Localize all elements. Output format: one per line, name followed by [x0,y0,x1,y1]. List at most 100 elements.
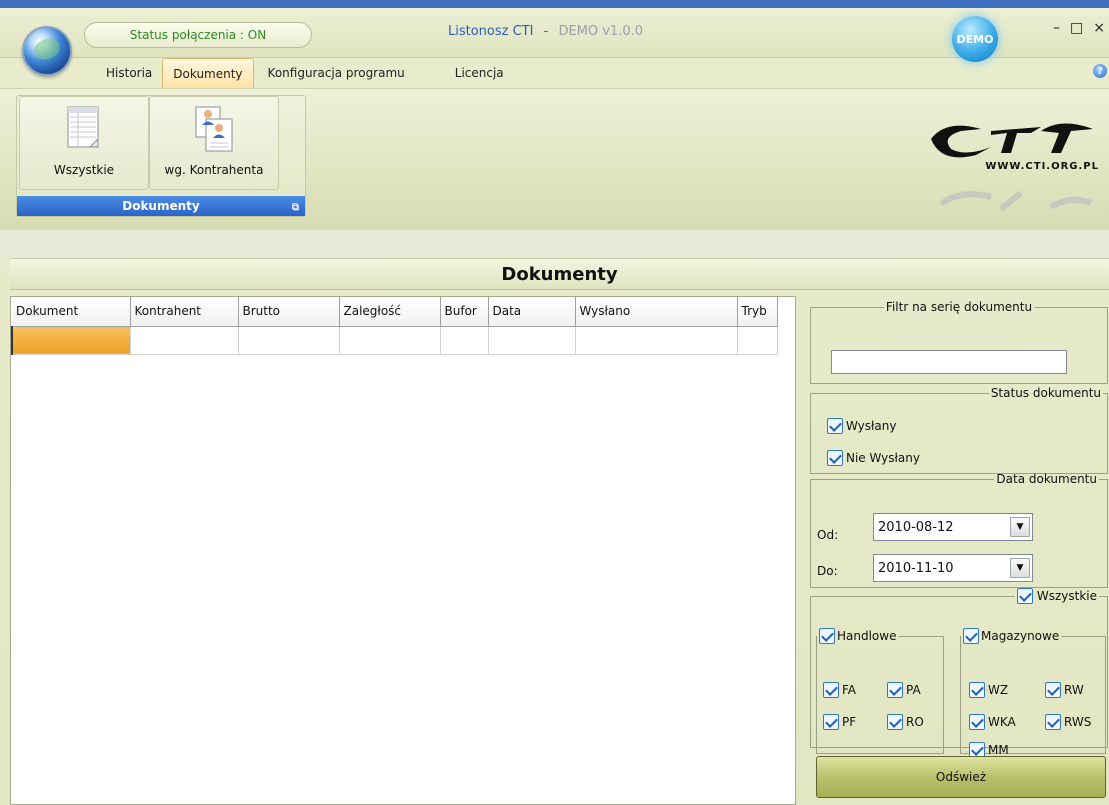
app-window: Status połączenia : ON Listonosz CTI - D… [0,0,1109,805]
date-to-picker[interactable]: 2010-11-10 ▼ [873,554,1033,582]
table-cell[interactable] [130,326,239,355]
all-documents-button[interactable]: Wszystkie [19,96,149,190]
type-fa-label: FA [842,683,857,697]
app-title-separator: - [543,24,549,39]
type-rw-checkbox[interactable]: RW [1045,682,1084,698]
document-date-group: Data dokumentu Od: 2010-08-12 ▼ Do: 2010… [810,472,1108,588]
ribbon: Wszystkie wg. Kontrahenta Dokumenty ⧉ WW… [0,88,1109,230]
tab-historia[interactable]: Historia [96,58,162,88]
document-date-legend: Data dokumentu [996,472,1097,486]
type-wka-checkbox[interactable]: WKA [969,714,1016,730]
all-types-checkbox[interactable]: Wszystkie [1015,588,1099,604]
refresh-button[interactable]: Odśwież [816,756,1106,798]
close-button[interactable]: × [1093,20,1105,36]
date-from-picker[interactable]: 2010-08-12 ▼ [873,513,1033,541]
checkbox-checked-icon [963,628,979,644]
documents-grid[interactable]: Dokument Kontrahent Brutto Zaległość Buf… [10,296,796,805]
status-not-sent-checkbox[interactable]: Nie Wysłany [827,450,920,466]
type-fa-checkbox[interactable]: FA [823,682,856,698]
maximize-button[interactable]: □ [1070,20,1083,36]
type-rws-label: RWS [1064,715,1092,729]
trade-documents-checkbox[interactable]: Handlowe [817,628,898,644]
series-filter-legend: Filtr na serię dokumentu [885,300,1033,314]
by-contractor-button[interactable]: wg. Kontrahenta [149,96,279,190]
type-rw-label: RW [1064,683,1084,697]
date-from-label: Od: [817,528,839,542]
col-header-bufor[interactable]: Bufor [440,297,489,327]
app-menu-globe-icon[interactable] [22,26,72,76]
table-cell[interactable] [339,326,441,355]
ribbon-group-dokumenty: Wszystkie wg. Kontrahenta Dokumenty ⧉ [16,95,306,217]
tab-licencja[interactable]: Licencja [445,58,514,88]
type-pf-checkbox[interactable]: PF [823,714,856,730]
type-ro-label: RO [906,715,924,729]
logo-url: WWW.CTI.ORG.PL [985,161,1099,172]
app-version: DEMO v1.0.0 [558,24,644,39]
table-cell[interactable] [11,326,131,355]
documents-table: Dokument Kontrahent Brutto Zaległość Buf… [11,297,778,355]
app-title: Listonosz CTI - DEMO v1.0.0 [448,24,643,39]
table-cell[interactable] [488,326,576,355]
tab-dokumenty[interactable]: Dokumenty [162,58,254,88]
col-header-zaleglosc[interactable]: Zaległość [339,297,441,327]
checkbox-checked-icon [823,682,839,698]
date-from-value: 2010-08-12 [878,519,954,535]
type-pa-label: PA [906,683,921,697]
document-list-icon [67,106,99,148]
checkbox-checked-icon [969,682,985,698]
app-title-name: Listonosz CTI [448,24,534,39]
table-cell[interactable] [440,326,489,355]
col-header-wyslano[interactable]: Wysłano [575,297,738,327]
contacts-document-icon [195,106,233,152]
series-filter-group: Filtr na serię dokumentu [810,300,1108,384]
chevron-down-icon[interactable]: ▼ [1010,517,1030,537]
type-ro-checkbox[interactable]: RO [887,714,924,730]
status-not-sent-label: Nie Wysłany [846,451,920,465]
type-mm-label: MM [988,743,1009,757]
type-rws-checkbox[interactable]: RWS [1045,714,1091,730]
help-icon[interactable]: ? [1093,64,1107,78]
minimize-button[interactable]: – [1053,20,1060,36]
col-header-data[interactable]: Data [488,297,576,327]
table-row[interactable] [11,326,778,355]
table-cell[interactable] [737,326,778,355]
status-sent-label: Wysłany [846,419,897,433]
title-bar-band [0,0,1109,8]
all-documents-label: Wszystkie [53,163,115,177]
type-pf-label: PF [842,715,857,729]
warehouse-documents-checkbox[interactable]: Magazynowe [961,628,1061,644]
document-status-legend: Status dokumentu [990,386,1101,400]
series-filter-input[interactable] [831,350,1067,374]
warehouse-documents-group: Magazynowe WZ RW WKA RWS MM [960,628,1106,758]
checkbox-checked-icon [969,714,985,730]
col-header-tryb[interactable]: Tryb [737,297,778,327]
all-types-label: Wszystkie [1036,589,1097,603]
type-wz-checkbox[interactable]: WZ [969,682,1008,698]
checkbox-checked-icon [1016,588,1033,604]
checkbox-checked-icon [887,682,903,698]
menu-bar: Historia Dokumenty Konfiguracja programu… [96,58,514,88]
col-header-brutto[interactable]: Brutto [238,297,340,327]
document-types-group: Wszystkie Handlowe FA PA PF RO Magazynow… [810,588,1108,758]
tab-konfiguracja[interactable]: Konfiguracja programu [258,58,415,88]
table-cell[interactable] [238,326,340,355]
table-cell[interactable] [575,326,738,355]
checkbox-checked-icon [827,450,843,466]
checkbox-checked-icon [1045,682,1061,698]
checkbox-checked-icon [1045,714,1061,730]
checkbox-checked-icon [823,714,839,730]
checkbox-checked-icon [827,418,843,434]
by-contractor-label: wg. Kontrahenta [164,163,264,177]
demo-badge: DEMO [952,16,998,62]
col-header-kontrahent[interactable]: Kontrahent [130,297,239,327]
section-title: Dokumenty [10,258,1109,290]
group-launcher-icon[interactable]: ⧉ [292,202,299,213]
date-to-label: Do: [817,564,838,578]
checkbox-checked-icon [819,628,835,644]
status-sent-checkbox[interactable]: Wysłany [827,418,896,434]
type-pa-checkbox[interactable]: PA [887,682,921,698]
col-header-dokument[interactable]: Dokument [12,297,131,327]
connection-status: Status połączenia : ON [84,22,312,48]
trade-documents-group: Handlowe FA PA PF RO [816,628,944,754]
chevron-down-icon[interactable]: ▼ [1010,558,1030,578]
